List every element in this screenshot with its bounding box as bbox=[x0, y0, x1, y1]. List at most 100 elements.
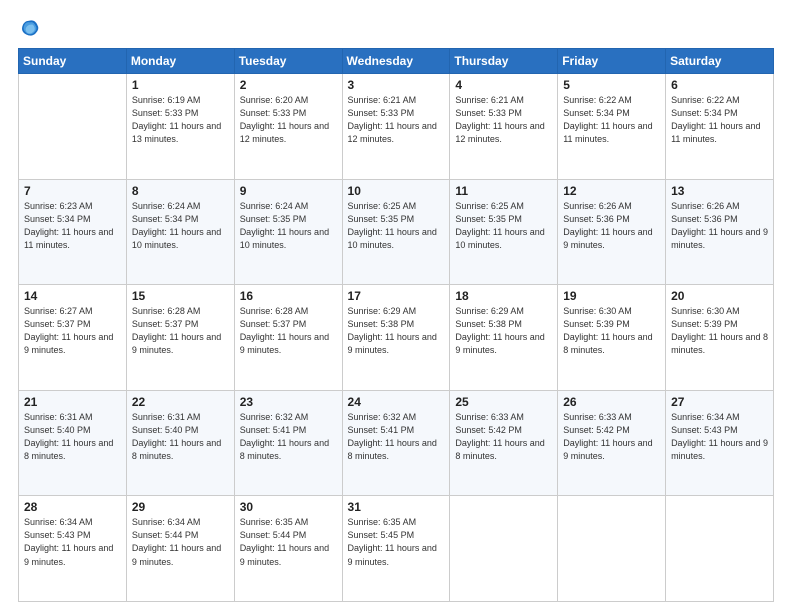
day-number: 31 bbox=[348, 500, 445, 514]
day-number: 12 bbox=[563, 184, 660, 198]
day-info: Sunrise: 6:27 AMSunset: 5:37 PMDaylight:… bbox=[24, 305, 121, 357]
day-number: 22 bbox=[132, 395, 229, 409]
day-number: 24 bbox=[348, 395, 445, 409]
day-number: 18 bbox=[455, 289, 552, 303]
day-number: 29 bbox=[132, 500, 229, 514]
calendar-cell: 30 Sunrise: 6:35 AMSunset: 5:44 PMDayligh… bbox=[234, 496, 342, 602]
calendar-cell: 28 Sunrise: 6:34 AMSunset: 5:43 PMDayligh… bbox=[19, 496, 127, 602]
header bbox=[18, 18, 774, 40]
day-info: Sunrise: 6:31 AMSunset: 5:40 PMDaylight:… bbox=[24, 411, 121, 463]
day-number: 20 bbox=[671, 289, 768, 303]
day-info: Sunrise: 6:28 AMSunset: 5:37 PMDaylight:… bbox=[240, 305, 337, 357]
day-number: 13 bbox=[671, 184, 768, 198]
calendar-week-2: 7 Sunrise: 6:23 AMSunset: 5:34 PMDaylight… bbox=[19, 179, 774, 285]
calendar-cell: 29 Sunrise: 6:34 AMSunset: 5:44 PMDayligh… bbox=[126, 496, 234, 602]
column-header-tuesday: Tuesday bbox=[234, 49, 342, 74]
column-header-thursday: Thursday bbox=[450, 49, 558, 74]
calendar-cell: 27 Sunrise: 6:34 AMSunset: 5:43 PMDayligh… bbox=[666, 390, 774, 496]
calendar-cell: 3 Sunrise: 6:21 AMSunset: 5:33 PMDaylight… bbox=[342, 74, 450, 180]
day-number: 9 bbox=[240, 184, 337, 198]
calendar-cell bbox=[666, 496, 774, 602]
day-number: 23 bbox=[240, 395, 337, 409]
calendar-cell: 8Sunrise: 6:24 AMSunset: 5:34 PMDaylight… bbox=[126, 179, 234, 285]
column-header-saturday: Saturday bbox=[666, 49, 774, 74]
column-header-sunday: Sunday bbox=[19, 49, 127, 74]
day-info: Sunrise: 6:20 AMSunset: 5:33 PMDaylight:… bbox=[240, 94, 337, 146]
calendar-header-row: SundayMondayTuesdayWednesdayThursdayFrid… bbox=[19, 49, 774, 74]
day-number: 21 bbox=[24, 395, 121, 409]
day-info: Sunrise: 6:28 AMSunset: 5:37 PMDaylight:… bbox=[132, 305, 229, 357]
day-info: Sunrise: 6:29 AMSunset: 5:38 PMDaylight:… bbox=[455, 305, 552, 357]
calendar-cell bbox=[450, 496, 558, 602]
day-info: Sunrise: 6:34 AMSunset: 5:43 PMDaylight:… bbox=[24, 516, 121, 568]
day-number: 7 bbox=[24, 184, 121, 198]
day-number: 19 bbox=[563, 289, 660, 303]
day-number: 2 bbox=[240, 78, 337, 92]
page: SundayMondayTuesdayWednesdayThursdayFrid… bbox=[0, 0, 792, 612]
day-info: Sunrise: 6:22 AMSunset: 5:34 PMDaylight:… bbox=[671, 94, 768, 146]
column-header-wednesday: Wednesday bbox=[342, 49, 450, 74]
day-info: Sunrise: 6:25 AMSunset: 5:35 PMDaylight:… bbox=[348, 200, 445, 252]
calendar-cell: 19 Sunrise: 6:30 AMSunset: 5:39 PMDayligh… bbox=[558, 285, 666, 391]
calendar-cell: 7 Sunrise: 6:23 AMSunset: 5:34 PMDaylight… bbox=[19, 179, 127, 285]
day-number: 14 bbox=[24, 289, 121, 303]
calendar-cell: 11Sunrise: 6:25 AMSunset: 5:35 PMDayligh… bbox=[450, 179, 558, 285]
calendar-week-5: 28 Sunrise: 6:34 AMSunset: 5:43 PMDayligh… bbox=[19, 496, 774, 602]
day-info: Sunrise: 6:23 AMSunset: 5:34 PMDaylight:… bbox=[24, 200, 121, 252]
day-info: Sunrise: 6:26 AMSunset: 5:36 PMDaylight:… bbox=[671, 200, 768, 252]
calendar-cell: 16 Sunrise: 6:28 AMSunset: 5:37 PMDayligh… bbox=[234, 285, 342, 391]
day-number: 11 bbox=[455, 184, 552, 198]
calendar-cell: 1Sunrise: 6:19 AMSunset: 5:33 PMDaylight… bbox=[126, 74, 234, 180]
calendar-cell bbox=[558, 496, 666, 602]
calendar-cell: 5 Sunrise: 6:22 AMSunset: 5:34 PMDaylight… bbox=[558, 74, 666, 180]
calendar-cell bbox=[19, 74, 127, 180]
day-info: Sunrise: 6:35 AMSunset: 5:44 PMDaylight:… bbox=[240, 516, 337, 568]
day-info: Sunrise: 6:26 AMSunset: 5:36 PMDaylight:… bbox=[563, 200, 660, 252]
calendar-cell: 9 Sunrise: 6:24 AMSunset: 5:35 PMDaylight… bbox=[234, 179, 342, 285]
calendar-cell: 10 Sunrise: 6:25 AMSunset: 5:35 PMDayligh… bbox=[342, 179, 450, 285]
day-info: Sunrise: 6:34 AMSunset: 5:44 PMDaylight:… bbox=[132, 516, 229, 568]
calendar-cell: 12 Sunrise: 6:26 AMSunset: 5:36 PMDayligh… bbox=[558, 179, 666, 285]
calendar-week-3: 14 Sunrise: 6:27 AMSunset: 5:37 PMDayligh… bbox=[19, 285, 774, 391]
calendar-cell: 26 Sunrise: 6:33 AMSunset: 5:42 PMDayligh… bbox=[558, 390, 666, 496]
day-info: Sunrise: 6:35 AMSunset: 5:45 PMDaylight:… bbox=[348, 516, 445, 568]
calendar-cell: 22Sunrise: 6:31 AMSunset: 5:40 PMDayligh… bbox=[126, 390, 234, 496]
calendar-week-4: 21 Sunrise: 6:31 AMSunset: 5:40 PMDayligh… bbox=[19, 390, 774, 496]
day-number: 15 bbox=[132, 289, 229, 303]
day-number: 16 bbox=[240, 289, 337, 303]
day-number: 28 bbox=[24, 500, 121, 514]
calendar-cell: 17Sunrise: 6:29 AMSunset: 5:38 PMDayligh… bbox=[342, 285, 450, 391]
day-info: Sunrise: 6:21 AMSunset: 5:33 PMDaylight:… bbox=[348, 94, 445, 146]
day-info: Sunrise: 6:32 AMSunset: 5:41 PMDaylight:… bbox=[240, 411, 337, 463]
calendar-cell: 20Sunrise: 6:30 AMSunset: 5:39 PMDayligh… bbox=[666, 285, 774, 391]
calendar-cell: 15 Sunrise: 6:28 AMSunset: 5:37 PMDayligh… bbox=[126, 285, 234, 391]
day-number: 6 bbox=[671, 78, 768, 92]
day-number: 26 bbox=[563, 395, 660, 409]
calendar-cell: 14 Sunrise: 6:27 AMSunset: 5:37 PMDayligh… bbox=[19, 285, 127, 391]
day-info: Sunrise: 6:30 AMSunset: 5:39 PMDaylight:… bbox=[563, 305, 660, 357]
day-number: 5 bbox=[563, 78, 660, 92]
calendar-cell: 6 Sunrise: 6:22 AMSunset: 5:34 PMDaylight… bbox=[666, 74, 774, 180]
day-info: Sunrise: 6:19 AMSunset: 5:33 PMDaylight:… bbox=[132, 94, 229, 146]
day-number: 3 bbox=[348, 78, 445, 92]
day-number: 27 bbox=[671, 395, 768, 409]
column-header-friday: Friday bbox=[558, 49, 666, 74]
calendar-cell: 25Sunrise: 6:33 AMSunset: 5:42 PMDayligh… bbox=[450, 390, 558, 496]
day-number: 10 bbox=[348, 184, 445, 198]
calendar-week-1: 1Sunrise: 6:19 AMSunset: 5:33 PMDaylight… bbox=[19, 74, 774, 180]
day-number: 30 bbox=[240, 500, 337, 514]
calendar-cell: 13 Sunrise: 6:26 AMSunset: 5:36 PMDayligh… bbox=[666, 179, 774, 285]
calendar-cell: 2 Sunrise: 6:20 AMSunset: 5:33 PMDaylight… bbox=[234, 74, 342, 180]
calendar-cell: 24Sunrise: 6:32 AMSunset: 5:41 PMDayligh… bbox=[342, 390, 450, 496]
logo-icon bbox=[18, 18, 40, 40]
day-info: Sunrise: 6:22 AMSunset: 5:34 PMDaylight:… bbox=[563, 94, 660, 146]
day-info: Sunrise: 6:34 AMSunset: 5:43 PMDaylight:… bbox=[671, 411, 768, 463]
calendar-table: SundayMondayTuesdayWednesdayThursdayFrid… bbox=[18, 48, 774, 602]
calendar-cell: 21 Sunrise: 6:31 AMSunset: 5:40 PMDayligh… bbox=[19, 390, 127, 496]
calendar-cell: 18 Sunrise: 6:29 AMSunset: 5:38 PMDayligh… bbox=[450, 285, 558, 391]
day-info: Sunrise: 6:33 AMSunset: 5:42 PMDaylight:… bbox=[563, 411, 660, 463]
calendar-cell: 4Sunrise: 6:21 AMSunset: 5:33 PMDaylight… bbox=[450, 74, 558, 180]
day-info: Sunrise: 6:24 AMSunset: 5:35 PMDaylight:… bbox=[240, 200, 337, 252]
logo bbox=[18, 18, 43, 40]
day-number: 8 bbox=[132, 184, 229, 198]
